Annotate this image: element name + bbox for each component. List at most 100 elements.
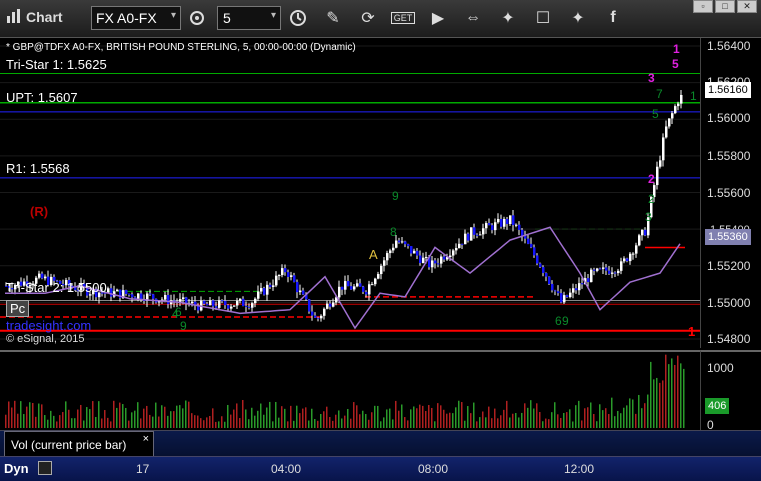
volume-bar (419, 404, 421, 428)
candle-body (497, 218, 500, 223)
volume-bar (635, 413, 637, 428)
play-icon[interactable]: ▶ (425, 6, 451, 30)
symbol-value: FX A0-FX (96, 10, 157, 26)
minimize-icon[interactable]: ▫ (693, 0, 713, 13)
volume-bar (476, 421, 478, 428)
chart-header: * GBP@TDFX A0-FX, BRITISH POUND STERLING… (6, 42, 356, 53)
volume-bar (215, 421, 217, 428)
candle-body (374, 278, 377, 285)
volume-bar (128, 420, 130, 428)
candle-body (224, 300, 227, 306)
candle-body (116, 289, 119, 292)
volume-bar (509, 417, 511, 428)
volume-bar (272, 421, 274, 428)
candle-body (425, 256, 428, 258)
link-icon[interactable]: ⇔ (460, 6, 486, 30)
candle-body (302, 290, 305, 295)
candle-body (251, 303, 254, 308)
close-icon[interactable]: ✕ (737, 0, 757, 13)
count-label: 9 (392, 189, 399, 203)
facebook-icon[interactable]: f (600, 6, 626, 30)
candle-body (350, 286, 353, 290)
pencil-icon[interactable]: ✎ (320, 6, 346, 30)
volume-chart-svg[interactable] (0, 352, 700, 430)
candle-body (365, 291, 368, 295)
candle-body (464, 233, 467, 245)
candle-body (467, 233, 470, 241)
volume-study-tab[interactable]: Vol (current price bar) × (4, 431, 154, 457)
volume-bar (32, 402, 34, 428)
candle-body (620, 261, 623, 271)
volume-bar (467, 406, 469, 428)
volume-bar (644, 403, 646, 428)
clock-icon[interactable] (285, 6, 311, 30)
candle-body (110, 288, 113, 297)
candle-body (416, 250, 419, 256)
volume-bar (179, 405, 181, 428)
settings-icon[interactable] (38, 461, 52, 475)
twitter-icon[interactable]: ✦ (565, 6, 591, 30)
volume-bar (485, 417, 487, 428)
candle-body (656, 166, 659, 186)
volume-bar (176, 405, 178, 428)
candle-body (530, 243, 533, 248)
interval-input[interactable]: 5 ▾ (217, 6, 281, 30)
price-chart-svg[interactable]: 989466 957 1233152A1 (0, 38, 700, 348)
candle-body (380, 265, 383, 275)
volume-bar (125, 407, 127, 428)
volume-bar (602, 410, 604, 428)
refresh-icon[interactable]: ⟳ (355, 6, 381, 30)
candle-body (362, 286, 365, 292)
volume-bar (113, 400, 115, 428)
candle-body (359, 283, 362, 287)
candle-body (284, 268, 287, 273)
pin-icon[interactable]: ✦ (495, 6, 521, 30)
candle-body (398, 240, 401, 243)
volume-bar (665, 354, 667, 428)
volume-bar (35, 416, 37, 428)
volume-bar (83, 420, 85, 428)
candle-body (329, 303, 332, 307)
volume-bar (170, 411, 172, 428)
volume-bar (92, 401, 94, 428)
candle-body (668, 118, 671, 127)
volume-bar (545, 418, 547, 428)
candle-body (182, 297, 185, 300)
interval-dropdown-icon[interactable]: ▾ (271, 10, 276, 21)
comment-icon[interactable]: ☐ (530, 6, 556, 30)
time-tick: 08:00 (418, 462, 449, 476)
volume-bar (23, 414, 25, 428)
candle-body (212, 300, 215, 307)
get-icon[interactable]: GET (390, 6, 416, 30)
volume-axis[interactable]: 1000 0 406 (700, 350, 761, 432)
volume-bar (560, 417, 562, 428)
symbol-dropdown-icon[interactable]: ▾ (171, 10, 176, 21)
volume-bar (206, 417, 208, 428)
candle-body (449, 255, 452, 258)
brand-watermark: tradesight.com (6, 318, 92, 333)
volume-bar (164, 406, 166, 428)
volume-bar (386, 409, 388, 428)
dynamic-mode-label[interactable]: Dyn (4, 461, 29, 476)
time-axis[interactable]: Dyn 17 04:00 08:00 12:00 (0, 456, 761, 481)
price-axis[interactable]: 1.56400 1.56200 1.56000 1.55800 1.55600 … (700, 38, 761, 348)
r1-label: R1: 1.5568 (6, 161, 70, 176)
candle-body (203, 300, 206, 304)
volume-bar (440, 405, 442, 428)
volume-pane[interactable] (0, 350, 700, 430)
volume-bar (332, 420, 334, 428)
candle-body (347, 281, 350, 287)
volume-bar (650, 361, 652, 428)
close-icon[interactable]: × (143, 433, 149, 445)
volume-bar (518, 417, 520, 428)
volume-bar (68, 409, 70, 428)
volume-bar (251, 407, 253, 428)
symbol-input[interactable]: FX A0-FX ▾ (91, 6, 181, 30)
price-chart-pane[interactable]: 9894669571233152A1 * GBP@TDFX A0-FX, BRI… (0, 38, 700, 348)
settings-gear-icon[interactable] (184, 6, 210, 30)
candle-body (611, 272, 614, 274)
volume-bar (380, 421, 382, 428)
maximize-icon[interactable]: □ (715, 0, 735, 13)
volume-bar (17, 413, 19, 428)
volume-bar (95, 416, 97, 428)
